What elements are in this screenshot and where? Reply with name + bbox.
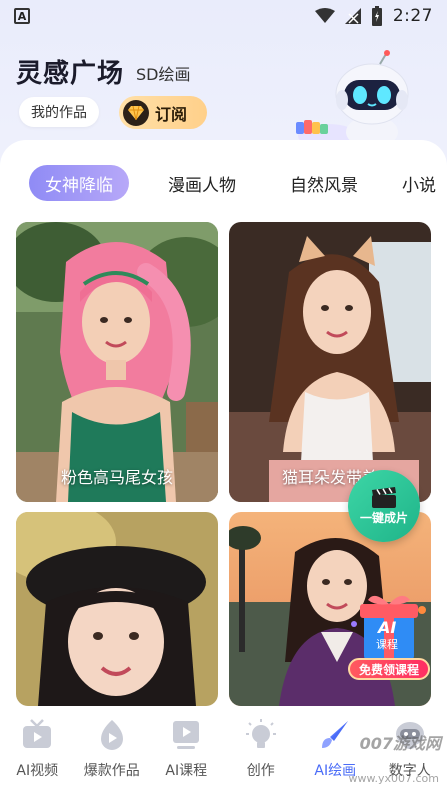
one-click-video-button[interactable]: 一键成片 xyxy=(348,470,420,542)
tab-goddess[interactable]: 女神降临 xyxy=(29,165,129,201)
card-caption: 粉色高马尾女孩 xyxy=(60,468,173,487)
free-course-promo[interactable]: AI 课程 免费领课程 xyxy=(346,590,432,686)
gallery-card[interactable] xyxy=(16,512,218,706)
brush-icon xyxy=(322,721,349,748)
nav-item-ai-video[interactable]: AI视频 xyxy=(0,706,75,796)
page-title: 灵感广场 xyxy=(16,59,125,89)
bulb-icon xyxy=(245,719,276,748)
category-tabs: 女神降临 漫画人物 自然风景 小说 xyxy=(0,165,447,201)
fab-label: 一键成片 xyxy=(359,510,408,525)
wifi-icon xyxy=(314,8,335,23)
watermark-url: www.yx007.com xyxy=(348,772,439,785)
tv-icon xyxy=(23,719,52,748)
tab-comic-characters[interactable]: 漫画人物 xyxy=(156,165,248,201)
app-notification-icon: A xyxy=(14,8,30,24)
nav-item-create[interactable]: 创作 xyxy=(224,706,299,796)
clock: 2:27 xyxy=(392,6,433,26)
card-image xyxy=(16,512,218,706)
nav-label: AI视频 xyxy=(16,763,59,779)
my-works-button[interactable]: 我的作品 xyxy=(19,97,99,127)
clapperboard-icon xyxy=(372,486,396,508)
nav-label: AI课程 xyxy=(165,763,208,779)
card-image xyxy=(229,222,431,502)
card-image xyxy=(16,222,218,502)
tab-landscape[interactable]: 自然风景 xyxy=(278,165,370,201)
nav-item-hot-works[interactable]: 爆款作品 xyxy=(75,706,150,796)
course-play-icon xyxy=(173,721,200,749)
page-subtitle: SD绘画 xyxy=(136,65,191,84)
watermark-text: 007游戏网 xyxy=(359,734,441,753)
subscribe-label: 订阅 xyxy=(155,104,188,124)
promo-label: 免费领课程 xyxy=(348,658,430,680)
status-bar: A 2:27 xyxy=(0,0,447,32)
diamond-icon xyxy=(123,99,149,126)
promo-sub: 课程 xyxy=(376,638,398,651)
nav-item-ai-course[interactable]: AI课程 xyxy=(149,706,224,796)
promo-badge: AI xyxy=(378,618,397,637)
subscribe-button[interactable]: 订阅 xyxy=(119,96,207,129)
signal-icon xyxy=(344,8,361,24)
gallery-card[interactable]: 猫耳朵发带美 xyxy=(229,222,431,502)
header: 灵感广场 SD绘画 我的作品 订阅 xyxy=(0,40,447,150)
gallery-card[interactable]: 粉色高马尾女孩 xyxy=(16,222,218,502)
robot-mascot-icon xyxy=(296,50,409,148)
tab-novel[interactable]: 小说 xyxy=(402,165,447,201)
my-works-label: 我的作品 xyxy=(31,105,87,121)
flame-play-icon xyxy=(100,720,123,750)
nav-label: 创作 xyxy=(246,763,275,779)
nav-label: 爆款作品 xyxy=(83,763,140,779)
battery-icon xyxy=(371,6,382,26)
